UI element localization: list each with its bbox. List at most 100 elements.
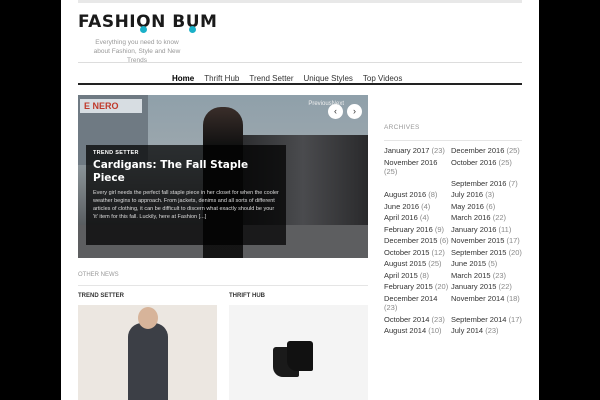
archive-link[interactable]: June 2015 (5) bbox=[451, 259, 522, 269]
archive-label: October 2014 bbox=[384, 314, 430, 324]
archive-count: (7) bbox=[508, 178, 518, 188]
archive-label: December 2015 bbox=[384, 236, 438, 245]
archive-label: December 2016 bbox=[451, 146, 505, 155]
other-news-divider bbox=[78, 285, 368, 286]
archive-link[interactable]: November 2014 (18) bbox=[451, 294, 522, 313]
archive-link[interactable]: March 2015 (23) bbox=[451, 271, 522, 281]
archive-count: (25) bbox=[498, 157, 512, 167]
archive-link[interactable]: September 2014 (17) bbox=[451, 315, 522, 325]
slider-prev-next-text: PreviousNext bbox=[308, 101, 344, 107]
slider-nav: PreviousNext ‹ › bbox=[308, 101, 362, 119]
archive-link[interactable]: October 2015 (12) bbox=[384, 248, 451, 258]
archive-count: (23) bbox=[384, 303, 398, 312]
archive-label: February 2015 bbox=[384, 282, 433, 291]
slider-category[interactable]: TREND SETTER bbox=[93, 150, 279, 156]
nav-item-unique-styles[interactable]: Unique Styles bbox=[304, 74, 353, 83]
news-card-thrift-hub[interactable]: THRIFT HUB bbox=[229, 293, 368, 400]
archive-label: December 2014 bbox=[384, 293, 438, 303]
other-news-heading: OTHER NEWS bbox=[78, 272, 119, 278]
shop-sign: E NERO bbox=[80, 99, 142, 113]
archive-link[interactable]: July 2014 (23) bbox=[451, 326, 522, 336]
page: FASHION BUM Everything you need to know … bbox=[61, 0, 539, 400]
archive-count: (23) bbox=[485, 326, 499, 335]
archive-label: July 2016 bbox=[451, 190, 484, 199]
featured-slider[interactable]: E NERO PreviousNext ‹ › TREND SETTER Card… bbox=[78, 95, 368, 258]
news-card-category[interactable]: TREND SETTER bbox=[78, 293, 217, 299]
news-card-image[interactable] bbox=[229, 305, 368, 400]
archive-label: March 2016 bbox=[451, 213, 491, 222]
archive-count: (18) bbox=[506, 293, 520, 303]
archive-link[interactable]: February 2016 (9) bbox=[384, 225, 451, 235]
archive-link[interactable]: August 2016 (8) bbox=[384, 190, 451, 200]
archive-link[interactable]: May 2016 (6) bbox=[451, 202, 522, 212]
archive-link[interactable]: February 2015 (20) bbox=[384, 282, 451, 292]
archive-count: (11) bbox=[498, 224, 512, 234]
archive-count: (3) bbox=[485, 190, 495, 199]
archive-label: June 2015 bbox=[451, 259, 487, 268]
archive-link bbox=[384, 179, 451, 189]
news-card-trend-setter[interactable]: TREND SETTER bbox=[78, 293, 217, 400]
archive-count: (25) bbox=[384, 167, 398, 176]
archive-label: September 2016 bbox=[451, 178, 507, 188]
archive-count: (17) bbox=[508, 314, 522, 324]
archive-label: August 2014 bbox=[384, 326, 427, 335]
slider-excerpt: Every girl needs the perfect fall staple… bbox=[93, 190, 279, 220]
archive-count: (25) bbox=[506, 146, 520, 155]
news-card-image[interactable] bbox=[78, 305, 217, 400]
archive-label: August 2015 bbox=[384, 259, 427, 268]
slider-caption: TREND SETTER Cardigans: The Fall Staple … bbox=[86, 145, 286, 245]
archive-link[interactable]: January 2017 (23) bbox=[384, 146, 451, 156]
archive-label: November 2016 bbox=[384, 157, 438, 167]
archive-label: July 2014 bbox=[451, 326, 484, 335]
archive-link[interactable]: January 2016 (11) bbox=[451, 225, 522, 235]
archive-link[interactable]: April 2015 (8) bbox=[384, 271, 451, 281]
archive-link[interactable]: October 2014 (23) bbox=[384, 315, 451, 325]
nav-item-top-videos[interactable]: Top Videos bbox=[363, 74, 402, 83]
archive-link[interactable]: March 2016 (22) bbox=[451, 213, 522, 223]
archive-link[interactable]: August 2014 (10) bbox=[384, 326, 451, 336]
archive-label: November 2014 bbox=[451, 293, 505, 303]
archive-link[interactable]: November 2016 (25) bbox=[384, 158, 451, 177]
archive-count: (20) bbox=[434, 282, 449, 291]
logo-text: FASHION BUM bbox=[78, 12, 218, 33]
archive-label: August 2016 bbox=[384, 190, 427, 199]
site-logo[interactable]: FASHION BUM bbox=[78, 12, 218, 33]
slider-next-button[interactable]: › bbox=[347, 104, 362, 119]
archive-label: January 2015 bbox=[451, 282, 497, 291]
archive-link[interactable]: April 2016 (4) bbox=[384, 213, 451, 223]
archive-count: (12) bbox=[431, 247, 445, 257]
archive-label: September 2015 bbox=[451, 247, 507, 257]
archive-count: (17) bbox=[506, 236, 520, 245]
archive-count: (8) bbox=[428, 190, 438, 199]
nav-item-thrift-hub[interactable]: Thrift Hub bbox=[204, 74, 239, 83]
archive-link[interactable]: October 2016 (25) bbox=[451, 158, 522, 177]
archive-link[interactable]: January 2015 (22) bbox=[451, 282, 522, 292]
news-card-category[interactable]: THRIFT HUB bbox=[229, 293, 368, 299]
archive-link[interactable]: June 2016 (4) bbox=[384, 202, 451, 212]
archive-link[interactable]: December 2014 (23) bbox=[384, 294, 451, 313]
archive-label: April 2015 bbox=[384, 270, 418, 280]
archive-link[interactable]: September 2016 (7) bbox=[451, 179, 522, 189]
archive-label: March 2015 bbox=[451, 270, 491, 280]
archive-count: (22) bbox=[498, 282, 512, 291]
top-divider bbox=[78, 0, 522, 3]
archive-link[interactable]: December 2016 (25) bbox=[451, 146, 522, 156]
archive-count: (20) bbox=[508, 247, 522, 257]
nav-item-home[interactable]: Home bbox=[172, 74, 194, 83]
nav-item-trend-setter[interactable]: Trend Setter bbox=[249, 74, 293, 83]
archive-label: October 2015 bbox=[384, 247, 430, 257]
slider-title[interactable]: Cardigans: The Fall Staple Piece bbox=[93, 159, 279, 185]
archive-link[interactable]: July 2016 (3) bbox=[451, 190, 522, 200]
archive-count: (8) bbox=[419, 270, 430, 280]
model-figure bbox=[128, 323, 168, 400]
archive-link[interactable]: December 2015 (6) bbox=[384, 236, 451, 246]
archive-link[interactable]: September 2015 (20) bbox=[451, 248, 522, 258]
archive-count: (5) bbox=[488, 259, 498, 268]
model-head bbox=[138, 307, 158, 329]
archive-label: January 2016 bbox=[451, 224, 497, 234]
archive-label: November 2015 bbox=[451, 236, 505, 245]
archive-link[interactable]: August 2015 (25) bbox=[384, 259, 451, 269]
nav-list: Home Thrift Hub Trend Setter Unique Styles T… bbox=[172, 68, 412, 86]
boot-right bbox=[287, 341, 313, 371]
archive-link[interactable]: November 2015 (17) bbox=[451, 236, 522, 246]
